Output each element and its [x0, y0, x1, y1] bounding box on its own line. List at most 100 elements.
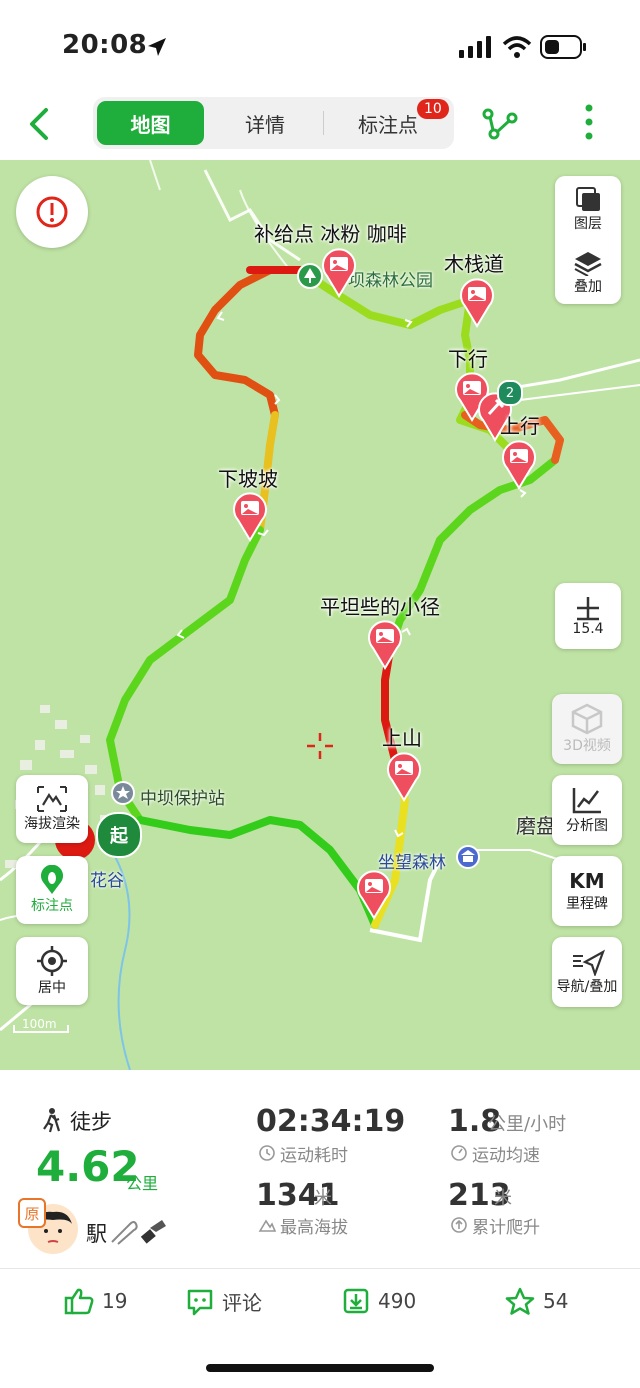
distance-unit: 公里: [126, 1174, 159, 1193]
pin-label-uphill: 上山: [382, 726, 422, 750]
alert-icon: [36, 196, 68, 228]
photo-pin-icon[interactable]: [385, 750, 423, 802]
climb-label: 累计爬升: [472, 1218, 540, 1238]
original-badge: 原: [18, 1198, 46, 1228]
photo-pin-icon[interactable]: [231, 490, 269, 542]
map-view[interactable]: 坝森林公园 补给点 冰粉 咖啡 木栈道 下行 2 上行 下坡坡 平坦些的小径 上…: [0, 160, 640, 1070]
overlay-stack-icon: [574, 251, 602, 276]
footprint-pin-icon: [41, 865, 63, 894]
park-poi-label: 坝森林公园: [348, 271, 433, 291]
altitude-icon: [258, 1219, 276, 1232]
home-indicator[interactable]: [206, 1364, 434, 1372]
summary-panel: 徒步 4.62 公里 原 駅 02:34:19 运动耗时 1.8 公里/小时 运…: [0, 1070, 640, 1267]
route-share-icon[interactable]: [482, 106, 518, 140]
tab-divider: [323, 111, 324, 135]
like-count: 19: [102, 1289, 128, 1313]
cluster-count-badge[interactable]: 2: [497, 380, 523, 406]
analysis-label: 分析图: [566, 818, 608, 834]
markers-count-badge: 10: [417, 99, 449, 119]
markers-toggle-label: 标注点: [31, 898, 73, 914]
pin-label-downhill: 下坡坡: [218, 467, 278, 491]
tools-icon: [111, 1220, 166, 1245]
photo-pin-icon[interactable]: [320, 246, 358, 298]
tab-details[interactable]: 详情: [211, 101, 319, 145]
km-icon: KM: [569, 869, 605, 893]
speedometer-icon: [451, 1145, 467, 1161]
center-button[interactable]: 居中: [16, 937, 88, 1005]
max-altitude-unit: 米: [314, 1188, 332, 1209]
3d-video-button[interactable]: 3D视频: [552, 694, 622, 764]
navigation-button[interactable]: 导航/叠加: [552, 937, 622, 1007]
comment-icon: [187, 1289, 213, 1315]
clock-icon: [259, 1145, 275, 1161]
thumbs-up-icon: [64, 1288, 94, 1315]
zoom-level: 15.4: [572, 621, 604, 637]
zoom-plus-icon: [577, 597, 599, 621]
distance-value: 4.62: [36, 1142, 140, 1191]
3d-video-label: 3D视频: [563, 738, 611, 754]
climb-unit: 米: [494, 1188, 512, 1209]
scale-label: 100m: [22, 1017, 57, 1031]
milestone-button[interactable]: KM 里程碑: [552, 856, 622, 926]
username[interactable]: 駅: [86, 1218, 107, 1248]
hiking-icon: [43, 1108, 61, 1133]
pin-label-descend: 下行: [448, 347, 488, 371]
comment-button[interactable]: 评论: [186, 1287, 262, 1316]
layers-icon: [576, 186, 600, 211]
download-count: 490: [378, 1289, 417, 1313]
speed-label: 运动均速: [472, 1146, 540, 1166]
photo-pin-icon[interactable]: [500, 438, 538, 490]
station-poi-icon[interactable]: [110, 780, 136, 806]
download-button[interactable]: 490: [342, 1287, 416, 1315]
forest-poi-label: 坐望森林: [378, 853, 446, 873]
tab-markers[interactable]: 标注点 10: [327, 99, 449, 145]
layer-button[interactable]: 图层: [574, 185, 602, 233]
tab-map[interactable]: 地图: [97, 101, 204, 145]
elevation-render-button[interactable]: 海拔渲染: [16, 775, 88, 843]
mopan-poi-label: 磨盘: [516, 814, 556, 838]
overlay-label: 叠加: [574, 278, 602, 295]
center-label: 居中: [38, 980, 66, 996]
photo-pin-icon[interactable]: [355, 868, 393, 920]
start-marker[interactable]: 起: [96, 812, 142, 858]
climb-icon: [451, 1217, 467, 1233]
forest-poi-icon[interactable]: [455, 844, 481, 870]
markers-toggle-button[interactable]: 标注点: [16, 856, 88, 924]
overlay-button[interactable]: 叠加: [573, 250, 603, 296]
analysis-button[interactable]: 分析图: [552, 775, 622, 845]
star-count: 54: [543, 1289, 569, 1313]
flower-poi-label: 花谷: [90, 871, 124, 891]
milestone-label: 里程碑: [566, 896, 608, 912]
back-button[interactable]: [22, 104, 58, 144]
locate-icon: [37, 946, 67, 976]
zoom-button[interactable]: 15.4: [555, 583, 621, 649]
favorite-button[interactable]: 54: [505, 1287, 568, 1315]
comment-label: 评论: [222, 1291, 262, 1315]
cube-icon: [571, 703, 603, 735]
tab-details-label: 详情: [245, 112, 285, 137]
photo-pin-icon[interactable]: [366, 618, 404, 670]
max-altitude-label: 最高海拔: [280, 1218, 348, 1238]
download-icon: [343, 1288, 369, 1314]
navigation-label: 导航/叠加: [556, 979, 618, 995]
action-bar: 19 评论 490 54: [0, 1268, 640, 1388]
more-options-icon[interactable]: [580, 102, 598, 142]
status-time: 20:08: [62, 30, 148, 60]
tab-markers-label: 标注点: [358, 112, 418, 137]
station-poi-label: 中坝保护站: [140, 789, 225, 809]
elevation-render-label: 海拔渲染: [24, 816, 80, 832]
duration-value: 02:34:19: [256, 1104, 406, 1139]
photo-pin-icon[interactable]: [458, 276, 496, 328]
chart-icon: [572, 788, 601, 814]
navigation-icon: [573, 949, 605, 976]
speed-unit: 公里/小时: [488, 1114, 567, 1135]
alert-button[interactable]: [16, 176, 88, 248]
battery-icon: [540, 35, 586, 59]
pin-label-ascend: 上行: [500, 414, 540, 438]
pin-label-supply: 补给点 冰粉 咖啡: [254, 222, 407, 246]
tab-bar: 地图 详情 标注点 10: [93, 97, 454, 149]
location-arrow-icon: [148, 38, 166, 56]
mountain-icon: [37, 786, 67, 812]
like-button[interactable]: 19: [64, 1287, 127, 1315]
tab-map-label: 地图: [130, 112, 171, 137]
